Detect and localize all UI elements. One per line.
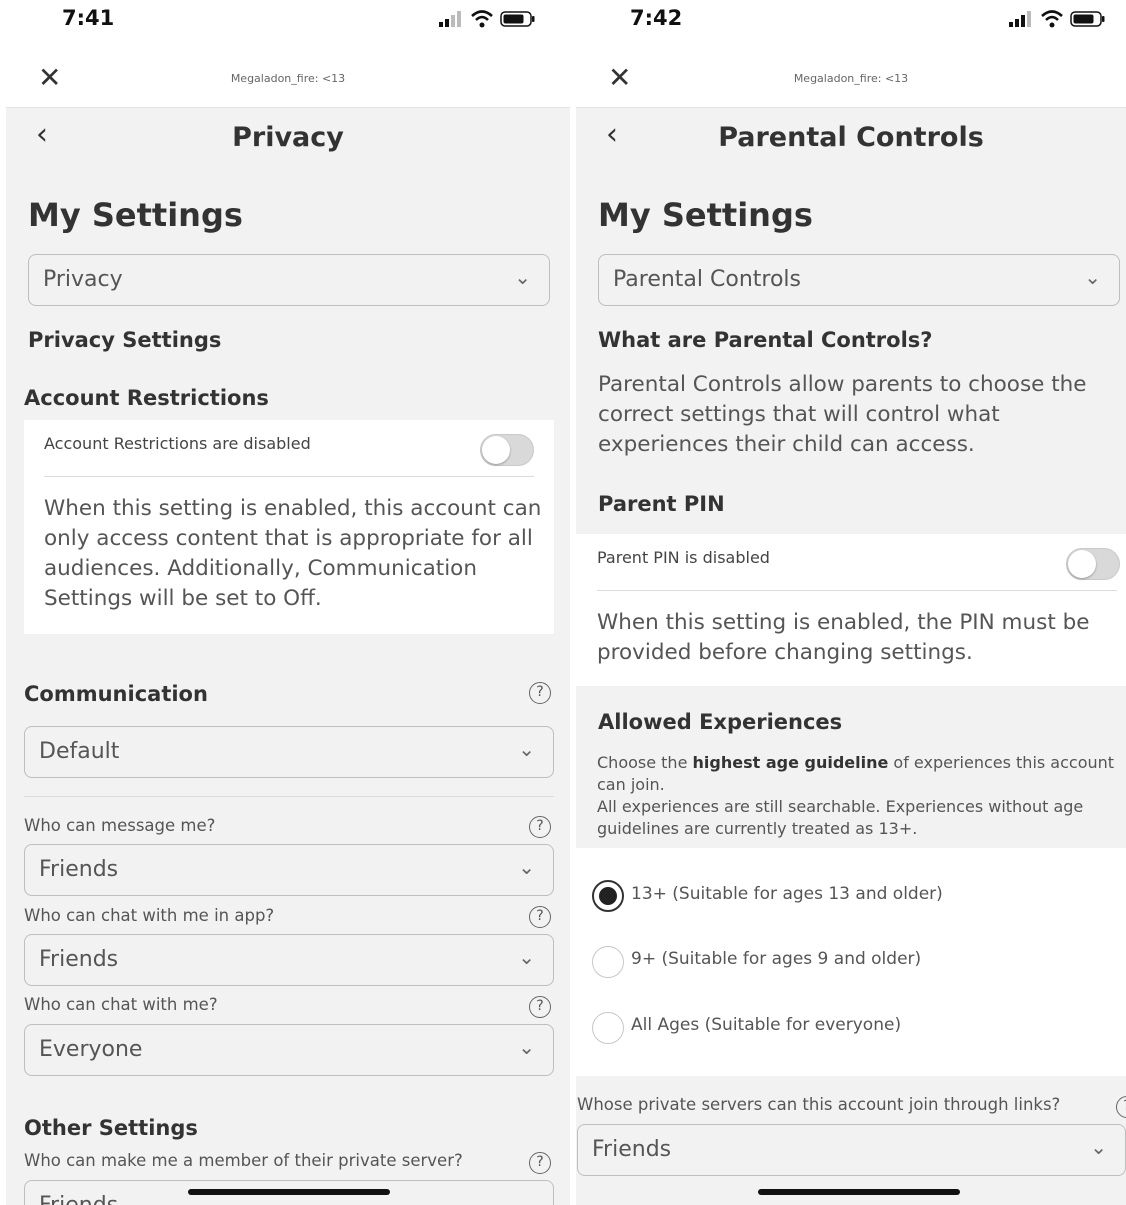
chevron-down-icon: ⌄ (518, 855, 535, 879)
my-settings-heading: My Settings (598, 196, 813, 234)
radio-13-plus-label: 13+ (Suitable for ages 13 and older) (631, 884, 943, 904)
radio-13-plus[interactable] (592, 880, 624, 912)
left-screen: 7:41 ✕ Megaladon_fire: <13 ‹ Privacy My … (6, 0, 570, 1205)
settings-content: ‹ Parental Controls My Settings Parental… (576, 108, 1126, 1205)
private-servers-links-select[interactable]: Friends ⌄ (577, 1124, 1126, 1176)
username-label: Megaladon_fire: <13 (230, 72, 346, 85)
parent-pin-status: Parent PIN is disabled (597, 548, 770, 567)
chevron-down-icon: ⌄ (518, 1035, 535, 1059)
help-icon[interactable]: ? (529, 816, 551, 838)
chevron-down-icon: ⌄ (518, 945, 535, 969)
account-restrictions-description: When this setting is enabled, this accou… (44, 496, 542, 611)
chevron-down-icon: ⌄ (1084, 265, 1101, 289)
account-restrictions-card: Account Restrictions are disabled When t… (24, 420, 554, 634)
help-icon[interactable]: ? (529, 996, 551, 1018)
radio-all-ages-label: All Ages (Suitable for everyone) (631, 1015, 902, 1035)
cellular-signal-icon (1009, 11, 1031, 27)
private-server-member-label: Who can make me a member of their privat… (24, 1151, 463, 1170)
radio-9-plus[interactable] (592, 946, 624, 978)
status-bar: 7:41 (6, 0, 570, 50)
parent-pin-heading: Parent PIN (598, 492, 725, 516)
username-label: Megaladon_fire: <13 (793, 72, 909, 85)
settings-category-select[interactable]: Parental Controls ⌄ (598, 254, 1120, 306)
right-screen: 7:42 ✕ Megaladon_fire: <13 ‹ Parental Co… (576, 0, 1126, 1205)
home-indicator (188, 1189, 390, 1195)
who-can-chat-in-app-value: Friends (39, 947, 119, 972)
who-can-chat-in-app-label: Who can chat with me in app? (24, 906, 275, 925)
parental-controls-description: Parental Controls allow parents to choos… (598, 372, 1087, 457)
private-servers-links-label: Whose private servers can this account j… (577, 1095, 1061, 1114)
battery-icon (500, 11, 535, 27)
communication-preset-value: Default (39, 739, 120, 764)
who-can-message-value: Friends (39, 857, 119, 882)
chevron-down-icon: ⌄ (1090, 1135, 1107, 1159)
account-restrictions-toggle[interactable] (480, 434, 534, 466)
radio-9-plus-label: 9+ (Suitable for ages 9 and older) (631, 949, 922, 969)
wifi-icon (471, 10, 493, 28)
wifi-icon (1041, 10, 1063, 28)
battery-icon (1070, 11, 1105, 27)
who-can-chat-value: Everyone (39, 1037, 143, 1062)
who-can-chat-in-app-select[interactable]: Friends ⌄ (24, 934, 554, 986)
web-view-header: ✕ Megaladon_fire: <13 (6, 50, 570, 108)
status-time: 7:42 (630, 6, 683, 30)
status-bar: 7:42 (576, 0, 1126, 50)
home-indicator (758, 1189, 960, 1195)
communication-heading: Communication (24, 682, 208, 706)
account-restrictions-status: Account Restrictions are disabled (44, 434, 311, 453)
who-can-message-label: Who can message me? (24, 816, 216, 835)
who-can-chat-select[interactable]: Everyone ⌄ (24, 1024, 554, 1076)
privacy-settings-heading: Privacy Settings (28, 328, 222, 352)
cellular-signal-icon (439, 11, 461, 27)
settings-category-value: Parental Controls (613, 267, 801, 292)
page-title: Privacy (232, 122, 344, 153)
age-guideline-radio-group: 13+ (Suitable for ages 13 and older) 9+ … (576, 848, 1126, 1076)
help-icon[interactable]: ? (1116, 1096, 1126, 1118)
settings-category-select[interactable]: Privacy ⌄ (28, 254, 550, 306)
settings-category-value: Privacy (43, 267, 123, 292)
help-icon[interactable]: ? (529, 1152, 551, 1174)
who-can-chat-label: Who can chat with me? (24, 995, 218, 1014)
who-can-message-select[interactable]: Friends ⌄ (24, 844, 554, 896)
other-settings-heading: Other Settings (24, 1116, 198, 1140)
communication-preset-select[interactable]: Default ⌄ (24, 726, 554, 778)
allowed-experiences-heading: Allowed Experiences (598, 710, 843, 734)
chevron-down-icon: ⌄ (514, 265, 531, 289)
settings-content: ‹ Privacy My Settings Privacy ⌄ Privacy … (6, 108, 570, 1205)
private-servers-links-value: Friends (592, 1137, 672, 1162)
my-settings-heading: My Settings (28, 196, 243, 234)
private-server-member-value: Friends (39, 1193, 118, 1205)
help-icon[interactable]: ? (529, 906, 551, 928)
allowed-experiences-description: Choose the highest age guideline of expe… (597, 753, 1115, 838)
page-title: Parental Controls (718, 122, 984, 153)
parent-pin-toggle[interactable] (1066, 548, 1120, 580)
status-time: 7:41 (62, 6, 115, 30)
chevron-down-icon: ⌄ (518, 737, 535, 761)
help-icon[interactable]: ? (529, 682, 551, 704)
parent-pin-description: When this setting is enabled, the PIN mu… (597, 610, 1090, 665)
account-restrictions-heading: Account Restrictions (24, 386, 269, 410)
chevron-down-icon: ⌄ (518, 1191, 535, 1205)
what-are-parental-controls-heading: What are Parental Controls? (598, 328, 933, 352)
parent-pin-card: Parent PIN is disabled When this setting… (576, 534, 1126, 686)
web-view-header: ✕ Megaladon_fire: <13 (576, 50, 1126, 108)
radio-all-ages[interactable] (592, 1012, 624, 1044)
